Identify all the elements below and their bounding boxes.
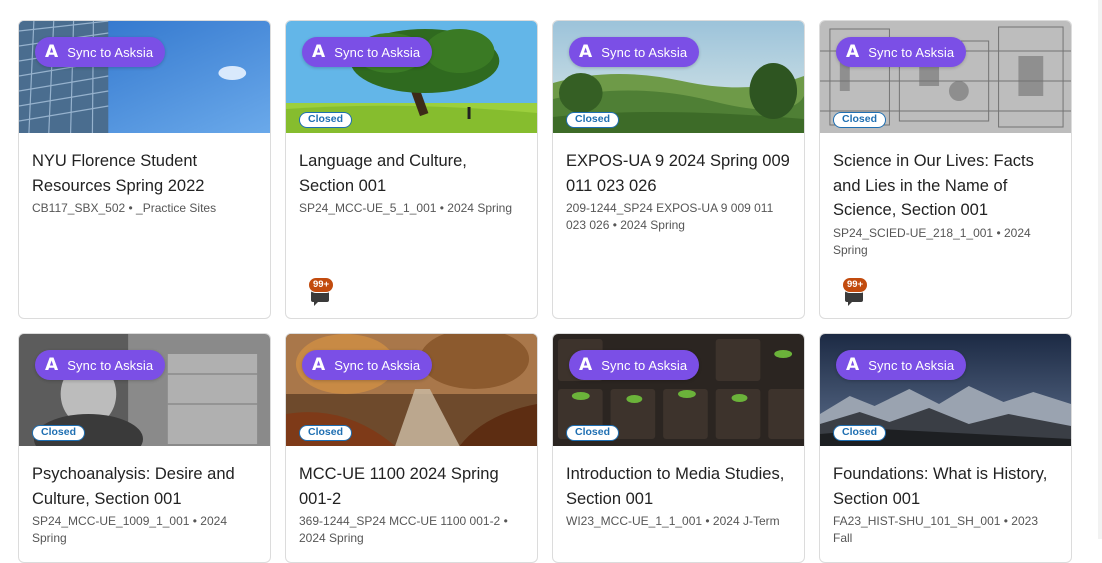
sync-to-asksia-button[interactable]: A Sync to Asksia: [836, 350, 967, 380]
closed-status-badge: Closed: [32, 425, 86, 441]
sync-button-label: Sync to Asksia: [601, 357, 688, 373]
closed-status-badge: Closed: [566, 425, 620, 441]
course-card[interactable]: A Sync to Asksia Closed Language and Cul…: [285, 20, 538, 319]
course-meta: 209-1244_SP24 EXPOS-UA 9 009 011 023 026…: [566, 201, 774, 232]
sync-to-asksia-button[interactable]: A Sync to Asksia: [302, 350, 433, 380]
closed-status-badge: Closed: [299, 112, 353, 128]
closed-status-badge: Closed: [566, 112, 620, 128]
sync-to-asksia-button[interactable]: A Sync to Asksia: [302, 37, 433, 67]
course-meta: SP24_MCC-UE_5_1_001 • 2024 Spring: [299, 201, 512, 215]
course-card[interactable]: A Sync to Asksia Closed Science in Our L…: [819, 20, 1072, 319]
notification-icon[interactable]: 99+: [308, 275, 342, 306]
asksia-logo-icon: A: [312, 41, 326, 62]
course-title[interactable]: Language and Culture, Section 001: [299, 149, 525, 198]
course-card[interactable]: A Sync to Asksia Closed MCC-UE 1100 2024…: [285, 333, 538, 563]
course-banner-image: A Sync to Asksia Closed: [820, 21, 1071, 133]
page-scrollbar[interactable]: [1098, 0, 1102, 539]
course-banner-image: A Sync to Asksia Closed: [286, 334, 537, 446]
asksia-logo-icon: A: [579, 354, 593, 375]
course-banner-image: A Sync to Asksia Closed: [553, 21, 804, 133]
closed-status-badge: Closed: [833, 112, 887, 128]
course-title[interactable]: MCC-UE 1100 2024 Spring 001-2: [299, 462, 525, 511]
sync-button-label: Sync to Asksia: [868, 357, 955, 373]
sync-button-label: Sync to Asksia: [334, 357, 421, 373]
sync-to-asksia-button[interactable]: A Sync to Asksia: [35, 37, 166, 67]
course-meta: SP24_MCC-UE_1009_1_001 • 2024 Spring: [32, 514, 227, 545]
course-title[interactable]: Foundations: What is History, Section 00…: [833, 462, 1059, 511]
course-card[interactable]: A Sync to Asksia Closed Foundations: Wha…: [819, 333, 1072, 563]
asksia-logo-icon: A: [45, 354, 59, 375]
course-card[interactable]: A Sync to Asksia Closed Psychoanalysis: …: [18, 333, 271, 563]
course-title[interactable]: EXPOS-UA 9 2024 Spring 009 011 023 026: [566, 149, 792, 198]
asksia-logo-icon: A: [846, 41, 860, 62]
sync-button-label: Sync to Asksia: [601, 44, 688, 60]
notification-icon[interactable]: 99+: [842, 275, 876, 306]
course-banner-image: A Sync to Asksia Closed: [553, 334, 804, 446]
notification-count-badge: 99+: [842, 277, 869, 293]
asksia-logo-icon: A: [579, 41, 593, 62]
course-title[interactable]: Science in Our Lives: Facts and Lies in …: [833, 149, 1059, 223]
course-meta: WI23_MCC-UE_1_1_001 • 2024 J-Term: [566, 514, 780, 528]
closed-status-badge: Closed: [833, 425, 887, 441]
course-title[interactable]: NYU Florence Student Resources Spring 20…: [32, 149, 258, 198]
course-banner-image: A Sync to Asksia Closed: [286, 21, 537, 133]
sync-button-label: Sync to Asksia: [67, 357, 154, 373]
course-card[interactable]: A Sync to Asksia Closed EXPOS-UA 9 2024 …: [552, 20, 805, 319]
course-meta: 369-1244_SP24 MCC-UE 1100 001-2 • 2024 S…: [299, 514, 508, 545]
asksia-logo-icon: A: [846, 354, 860, 375]
sync-button-label: Sync to Asksia: [868, 44, 955, 60]
sync-button-label: Sync to Asksia: [67, 44, 154, 60]
course-card[interactable]: A Sync to Asksia Closed Introduction to …: [552, 333, 805, 563]
course-banner-image: A Sync to Asksia Closed: [19, 334, 270, 446]
course-title[interactable]: Psychoanalysis: Desire and Culture, Sect…: [32, 462, 258, 511]
course-meta: SP24_SCIED-UE_218_1_001 • 2024 Spring: [833, 225, 1031, 257]
course-grid: A Sync to Asksia NYU Florence Student Re…: [18, 20, 1072, 563]
notification-count-badge: 99+: [308, 277, 335, 293]
sync-to-asksia-button[interactable]: A Sync to Asksia: [836, 37, 967, 67]
sync-button-label: Sync to Asksia: [334, 44, 421, 60]
sync-to-asksia-button[interactable]: A Sync to Asksia: [569, 350, 700, 380]
sync-to-asksia-button[interactable]: A Sync to Asksia: [35, 350, 166, 380]
asksia-logo-icon: A: [312, 354, 326, 375]
course-meta: FA23_HIST-SHU_101_SH_001 • 2023 Fall: [833, 514, 1038, 545]
course-card[interactable]: A Sync to Asksia NYU Florence Student Re…: [18, 20, 271, 319]
closed-status-badge: Closed: [299, 425, 353, 441]
course-meta: CB117_SBX_502 • _Practice Sites: [32, 201, 217, 215]
course-banner-image: A Sync to Asksia: [19, 21, 270, 133]
asksia-logo-icon: A: [45, 41, 59, 62]
course-title[interactable]: Introduction to Media Studies, Section 0…: [566, 462, 792, 511]
sync-to-asksia-button[interactable]: A Sync to Asksia: [569, 37, 700, 67]
course-banner-image: A Sync to Asksia Closed: [820, 334, 1071, 446]
